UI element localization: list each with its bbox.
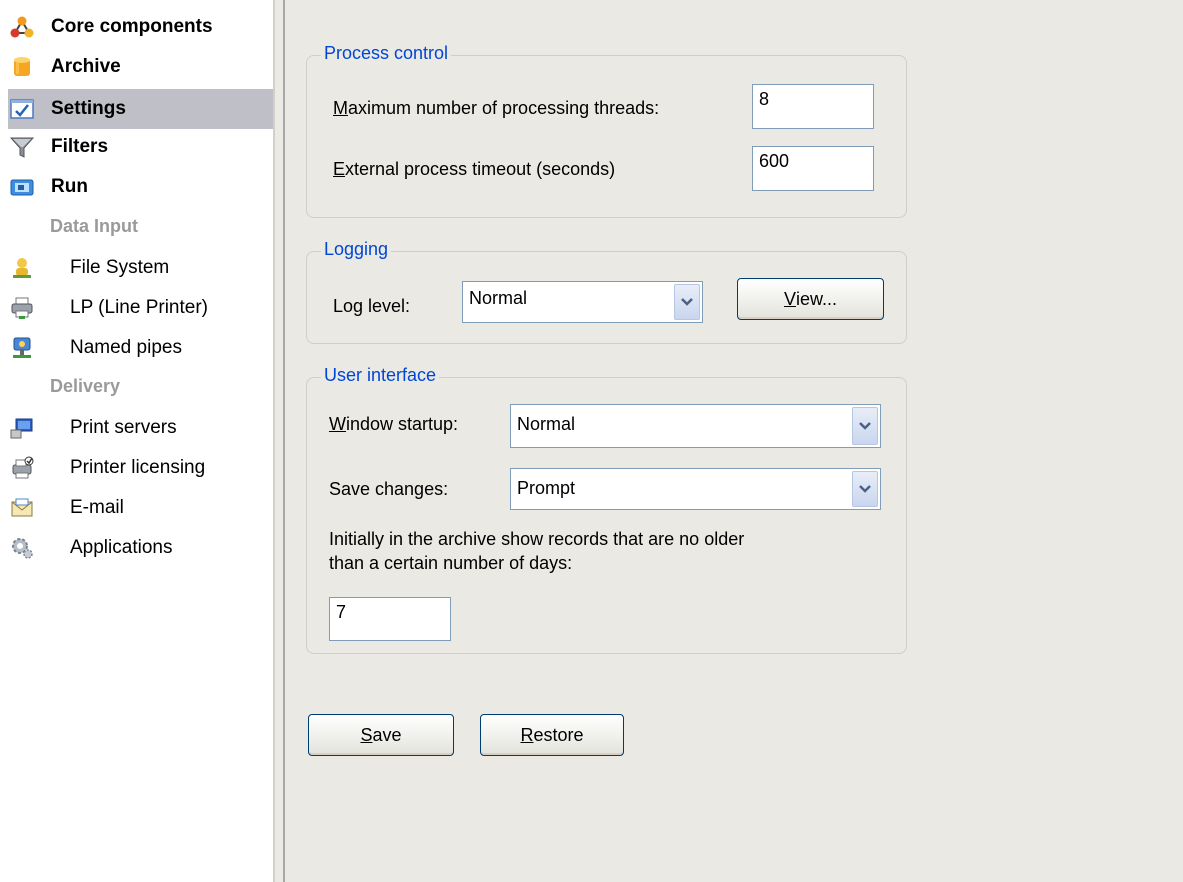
database-cylinder-icon bbox=[10, 55, 34, 79]
process-control-group: Process control bbox=[306, 43, 907, 218]
run-window-icon bbox=[10, 175, 34, 199]
sidebar-item-printer-licensing[interactable]: Printer licensing bbox=[0, 448, 273, 488]
sidebar-item-line-printer[interactable]: LP (Line Printer) bbox=[0, 288, 273, 328]
sidebar-item-label: Archive bbox=[51, 56, 121, 77]
external-timeout-label: External process timeout (seconds) bbox=[333, 159, 616, 179]
archive-days-description-line2: than a certain number of days: bbox=[329, 553, 573, 573]
sidebar-item-label: Named pipes bbox=[70, 337, 182, 358]
sidebar-item-named-pipes[interactable]: Named pipes bbox=[0, 328, 273, 368]
log-level-value: Normal bbox=[469, 288, 528, 308]
group-title: User interface bbox=[321, 365, 440, 386]
sidebar: Core components Archive Settings Filters… bbox=[0, 0, 273, 882]
window-startup-value: Normal bbox=[517, 414, 576, 434]
email-envelope-icon bbox=[10, 496, 34, 520]
sidebar-item-label: Filters bbox=[51, 136, 109, 157]
max-threads-input[interactable]: 8 bbox=[752, 84, 874, 129]
window-startup-select[interactable]: Normal bbox=[510, 404, 881, 448]
save-changes-label: Save changes: bbox=[329, 479, 449, 499]
sidebar-item-applications[interactable]: Applications bbox=[0, 528, 273, 568]
sidebar-item-label: Run bbox=[51, 176, 88, 197]
sidebar-item-label: LP (Line Printer) bbox=[70, 297, 208, 318]
sidebar-item-label: File System bbox=[70, 257, 170, 278]
delivery-heading: Delivery bbox=[50, 376, 121, 396]
group-title: Logging bbox=[321, 239, 392, 260]
right-blank-area bbox=[1070, 0, 1183, 882]
checkmark-settings-icon bbox=[10, 97, 34, 121]
restore-button[interactable]: Restore bbox=[480, 714, 624, 756]
sidebar-item-filters[interactable]: Filters bbox=[0, 127, 273, 167]
log-level-label: Log level: bbox=[333, 296, 411, 316]
save-changes-select[interactable]: Prompt bbox=[510, 468, 881, 510]
group-title: Process control bbox=[321, 43, 452, 64]
log-level-select[interactable]: Normal bbox=[462, 281, 703, 323]
named-pipes-icon bbox=[10, 336, 34, 360]
sidebar-item-core-components[interactable]: Core components bbox=[0, 7, 273, 47]
chevron-down-icon[interactable] bbox=[852, 407, 878, 445]
chevron-down-icon[interactable] bbox=[852, 471, 878, 507]
sidebar-item-label: Printer licensing bbox=[70, 457, 206, 478]
view-button[interactable]: View... bbox=[737, 278, 884, 320]
sidebar-item-archive[interactable]: Archive bbox=[0, 47, 273, 87]
chevron-down-icon[interactable] bbox=[674, 284, 700, 320]
sidebar-item-file-system[interactable]: File System bbox=[0, 248, 273, 288]
file-system-user-icon bbox=[10, 256, 34, 280]
print-server-icon bbox=[10, 416, 34, 440]
sidebar-item-label: E-mail bbox=[70, 497, 124, 518]
archive-days-description-line1: Initially in the archive show records th… bbox=[329, 529, 745, 549]
funnel-icon bbox=[9, 135, 35, 159]
sidebar-item-email[interactable]: E-mail bbox=[0, 488, 273, 528]
archive-days-input[interactable]: 7 bbox=[329, 597, 451, 641]
printer-licensing-icon bbox=[10, 456, 34, 480]
save-changes-value: Prompt bbox=[517, 478, 576, 498]
sidebar-item-label: Core components bbox=[51, 16, 213, 37]
sidebar-item-label: Print servers bbox=[70, 417, 177, 438]
save-button[interactable]: Save bbox=[308, 714, 454, 756]
external-timeout-input[interactable]: 600 bbox=[752, 146, 874, 191]
window-startup-label: Window startup: bbox=[329, 414, 459, 434]
data-input-heading: Data Input bbox=[50, 216, 138, 236]
sidebar-divider bbox=[273, 0, 275, 882]
max-threads-label: Maximum number of processing threads: bbox=[333, 98, 660, 118]
applications-gear-icon bbox=[10, 536, 34, 560]
network-nodes-icon bbox=[10, 15, 34, 39]
line-printer-icon bbox=[10, 296, 34, 320]
splitter-bar[interactable] bbox=[283, 0, 285, 882]
sidebar-item-label: Applications bbox=[70, 537, 173, 558]
sidebar-item-label: Settings bbox=[51, 98, 126, 119]
sidebar-item-run[interactable]: Run bbox=[0, 167, 273, 207]
sidebar-item-print-servers[interactable]: Print servers bbox=[0, 408, 273, 448]
sidebar-item-settings[interactable]: Settings bbox=[8, 89, 273, 129]
